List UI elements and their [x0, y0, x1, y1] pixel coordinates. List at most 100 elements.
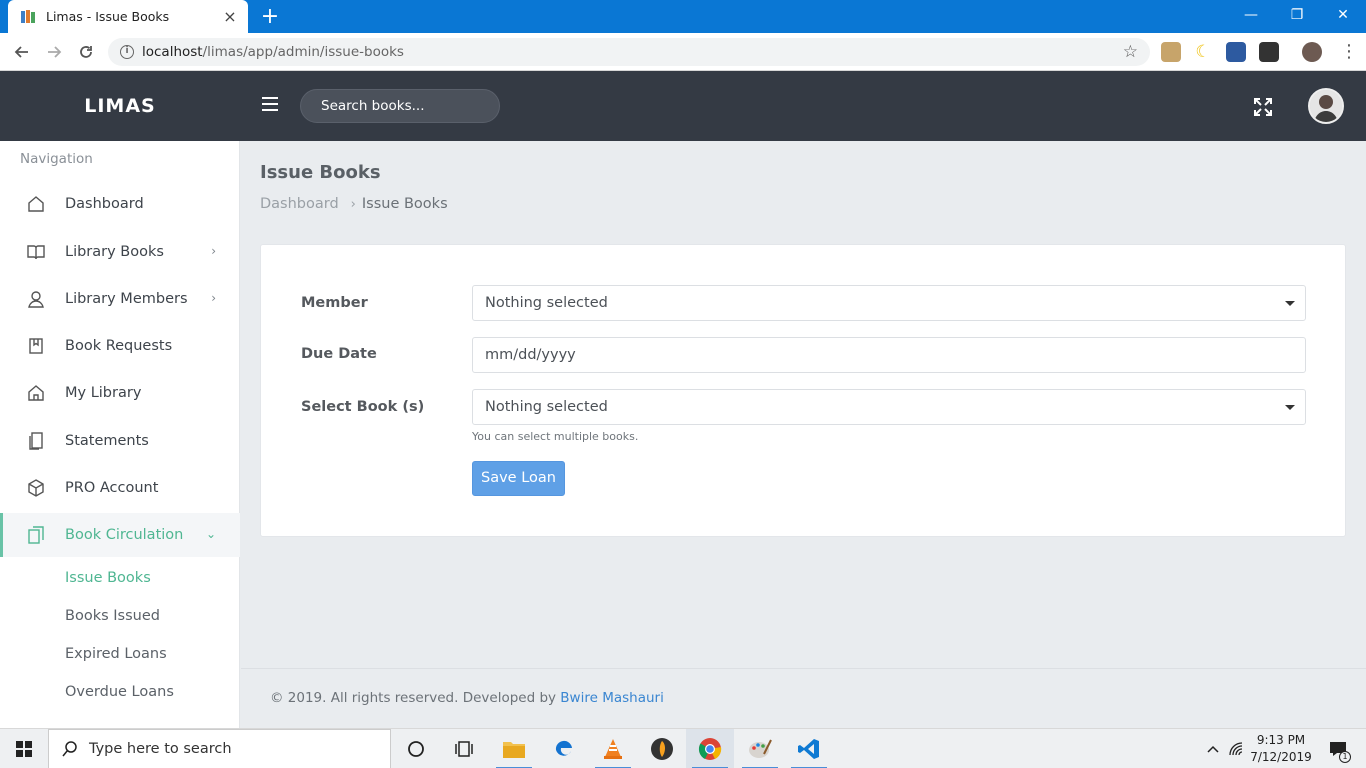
arrow-left-icon	[14, 46, 28, 58]
file-explorer-icon[interactable]	[490, 729, 538, 768]
extension-icon[interactable]	[1161, 42, 1181, 62]
paint-icon[interactable]	[736, 729, 784, 768]
close-window-button[interactable]: ✕	[1320, 0, 1366, 30]
sidebar-subitem-expired-loans[interactable]: Expired Loans	[65, 646, 167, 662]
sidebar-item-label: Library Members	[65, 291, 188, 307]
profile-avatar[interactable]	[1302, 42, 1322, 62]
books-favicon-icon	[20, 9, 36, 25]
cortana-icon[interactable]	[392, 729, 440, 768]
sidebar-item-label: Book Requests	[65, 338, 173, 354]
vlc-icon[interactable]	[589, 729, 637, 768]
breadcrumb-home-link[interactable]: Dashboard	[260, 196, 339, 212]
issue-books-card: Member Nothing selected Due Date mm/dd/y…	[260, 244, 1346, 537]
user-avatar[interactable]	[1308, 88, 1344, 124]
due-date-input[interactable]: mm/dd/yyyy	[472, 337, 1306, 373]
footer-text: © 2019. All rights reserved. Developed b…	[270, 690, 664, 706]
books-help-text: You can select multiple books.	[472, 430, 639, 443]
action-center-icon[interactable]: 1	[1318, 729, 1358, 768]
taskbar-search-placeholder: Type here to search	[89, 741, 232, 757]
address-bar[interactable]: i localhost/limas/app/admin/issue-books …	[108, 38, 1150, 66]
sidebar-item-statements[interactable]: Statements	[0, 419, 240, 463]
brand-logo[interactable]: LIMAS	[0, 71, 240, 141]
restore-icon: ❐	[1290, 7, 1304, 23]
moon-extension-icon[interactable]: ☾	[1193, 42, 1213, 62]
sidebar-item-library-members[interactable]: Library Members ›	[0, 277, 240, 321]
task-view-icon[interactable]	[440, 729, 488, 768]
save-loan-button[interactable]: Save Loan	[472, 461, 565, 496]
edge-browser-icon[interactable]	[540, 729, 588, 768]
sidebar-item-library-books[interactable]: Library Books ›	[0, 230, 240, 274]
browser-tab-strip: Limas - Issue Books × + — ❐ ✕	[0, 0, 1366, 33]
clock-date: 7/12/2019	[1250, 750, 1312, 764]
chrome-icon[interactable]	[686, 729, 734, 768]
minimize-button[interactable]: —	[1228, 0, 1274, 30]
books-select-value: Nothing selected	[485, 399, 608, 415]
sidebar-subitem-issue-books[interactable]: Issue Books	[65, 570, 151, 586]
select-books-label: Select Book (s)	[301, 399, 425, 415]
taskbar-search-input[interactable]: Type here to search	[48, 729, 391, 768]
wifi-icon[interactable]	[1226, 729, 1248, 768]
book-icon	[26, 242, 46, 262]
member-select-value: Nothing selected	[485, 295, 608, 311]
reload-button[interactable]	[74, 40, 98, 64]
home-icon	[26, 383, 46, 403]
new-tab-button[interactable]: +	[258, 5, 282, 29]
search-input[interactable]: Search books...	[300, 89, 500, 123]
sidebar-item-my-library[interactable]: My Library	[0, 371, 240, 415]
sidebar: Navigation Dashboard Library Books › Lib…	[0, 141, 240, 728]
caret-down-icon	[1285, 301, 1295, 306]
search-icon	[62, 741, 77, 757]
sidebar-subitem-overdue-loans[interactable]: Overdue Loans	[65, 684, 174, 700]
sidebar-item-label: PRO Account	[65, 480, 159, 496]
statement-icon	[26, 431, 46, 451]
author-link[interactable]: Bwire Mashauri	[560, 690, 664, 706]
sidebar-item-pro-account[interactable]: PRO Account	[0, 466, 240, 510]
sidebar-item-dashboard[interactable]: Dashboard	[0, 182, 240, 226]
browser-menu-icon[interactable]: ⋮	[1340, 41, 1358, 62]
windows-logo-icon	[16, 741, 32, 757]
package-extension-icon[interactable]	[1259, 42, 1279, 62]
sidebar-item-book-circulation[interactable]: Book Circulation ⌄	[0, 513, 240, 557]
member-select[interactable]: Nothing selected	[472, 285, 1306, 321]
copyright-text: © 2019. All rights reserved. Developed b…	[270, 690, 561, 706]
start-button[interactable]	[0, 729, 48, 768]
browser-toolbar: i localhost/limas/app/admin/issue-books …	[0, 33, 1366, 71]
books-select[interactable]: Nothing selected	[472, 389, 1306, 425]
back-button[interactable]	[10, 40, 34, 64]
show-hidden-icons-chevron-icon[interactable]	[1202, 729, 1224, 768]
info-icon[interactable]: i	[120, 45, 134, 59]
system-clock[interactable]: 9:13 PM 7/12/2019	[1248, 732, 1314, 766]
clock-time: 9:13 PM	[1256, 733, 1306, 747]
browser-tab[interactable]: Limas - Issue Books ×	[8, 0, 248, 33]
chevron-down-icon: ⌄	[205, 527, 216, 541]
copy-icon	[26, 525, 46, 545]
breadcrumb: Dashboard › Issue Books	[260, 196, 448, 212]
user-icon	[26, 289, 46, 309]
footer: © 2019. All rights reserved. Developed b…	[241, 668, 1366, 728]
menu-toggle-icon[interactable]	[262, 97, 278, 111]
mail-extension-icon[interactable]	[1226, 42, 1246, 62]
sidebar-item-book-requests[interactable]: Book Requests	[0, 324, 240, 368]
app-header: LIMAS Search books...	[0, 71, 1366, 141]
minimize-icon: —	[1244, 7, 1258, 23]
home-icon	[26, 194, 46, 214]
fl-studio-icon[interactable]	[638, 729, 686, 768]
forward-button[interactable]	[42, 40, 66, 64]
fullscreen-icon[interactable]	[1253, 97, 1273, 117]
due-date-label: Due Date	[301, 346, 377, 362]
sidebar-heading: Navigation	[20, 151, 93, 167]
notification-count-badge: 1	[1339, 751, 1351, 763]
restore-button[interactable]: ❐	[1274, 0, 1320, 30]
reload-icon	[80, 46, 92, 58]
sidebar-subitem-books-issued[interactable]: Books Issued	[65, 608, 160, 624]
box-icon	[26, 478, 46, 498]
chevron-right-icon: ›	[211, 291, 216, 305]
bookmark-book-icon	[26, 336, 46, 356]
tab-close-icon[interactable]: ×	[222, 8, 238, 25]
vscode-icon[interactable]	[785, 729, 833, 768]
sidebar-item-label: Library Books	[65, 244, 164, 260]
caret-down-icon	[1285, 405, 1295, 410]
bookmark-star-icon[interactable]: ☆	[1123, 42, 1138, 62]
tab-title: Limas - Issue Books	[46, 9, 170, 24]
sidebar-item-label: Book Circulation	[65, 527, 184, 543]
